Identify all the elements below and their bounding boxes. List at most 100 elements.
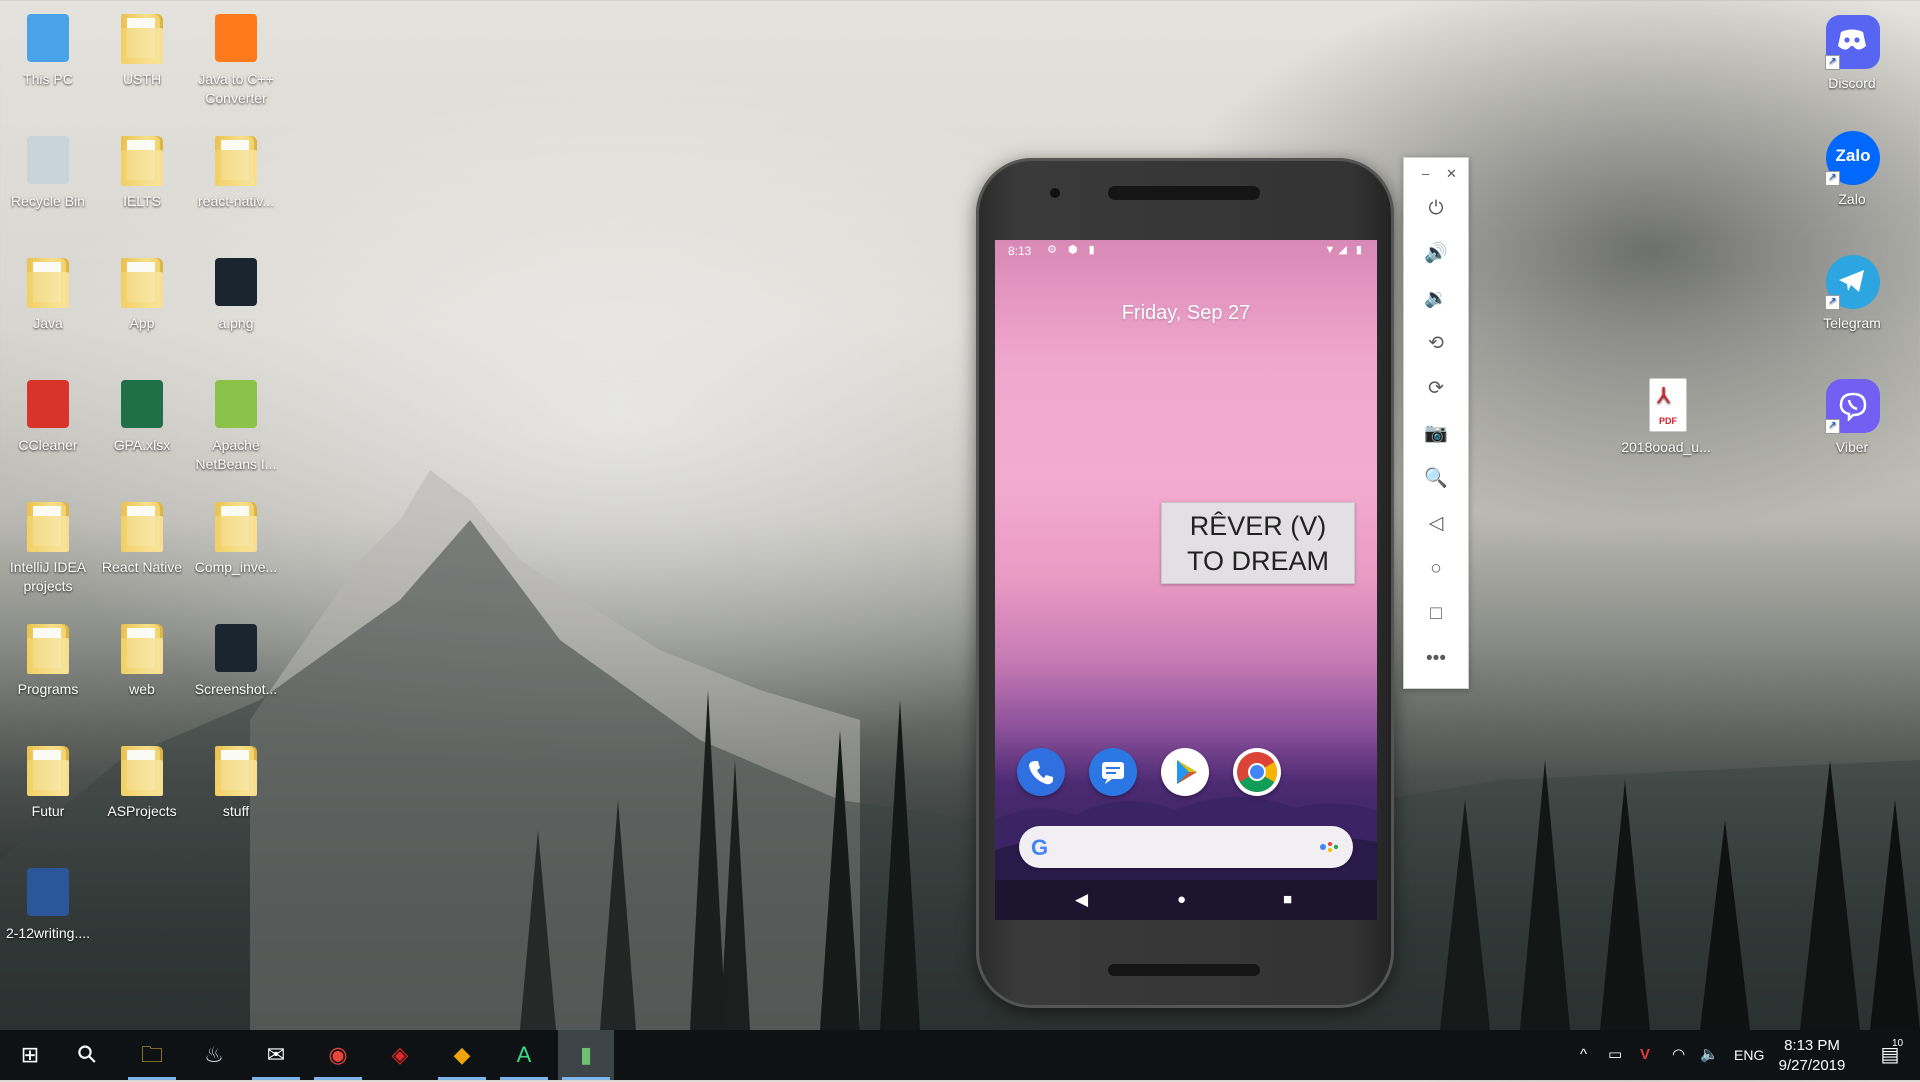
home-icon[interactable]: ○ — [1420, 553, 1452, 585]
netbeans-icon — [207, 374, 265, 432]
taskbar-search-button[interactable]: ⚲ — [60, 1030, 116, 1080]
desktop-icon-zalo[interactable]: Zalo ↗ Zalo — [1806, 128, 1898, 209]
taskbar-app-android-studio[interactable]: A — [496, 1030, 552, 1080]
recycle-bin-icon — [19, 130, 77, 188]
vocab-widget[interactable]: RÊVER (V) TO DREAM — [1161, 502, 1355, 584]
action-center-button[interactable]: ▤ 10 — [1870, 1030, 1910, 1080]
camera-icon[interactable]: 📷 — [1420, 418, 1452, 450]
google-logo-icon: G — [1031, 835, 1049, 860]
back-icon[interactable]: ◁ — [1420, 508, 1452, 540]
windows-logo-icon: ⊞ — [20, 1042, 40, 1067]
desktop-icon[interactable]: Screenshot... — [190, 618, 282, 699]
desktop-icon[interactable]: Java to C++ Converter — [190, 8, 282, 108]
desktop-icon[interactable]: This PC — [2, 8, 94, 89]
lockscreen-date: Friday, Sep 27 — [1121, 302, 1251, 324]
phone-app-icon[interactable] — [1017, 748, 1065, 796]
taskbar-app-git[interactable]: ◆ — [434, 1030, 490, 1080]
start-button[interactable]: ⊞ — [2, 1030, 58, 1080]
desktop-icon-label: 2-12writing.... — [5, 925, 91, 941]
folder-icon — [113, 496, 171, 554]
taskbar-app-chrome[interactable]: ◉ — [310, 1030, 366, 1080]
phone-screen[interactable]: 8:13 ⚙ ⬢ ▮ ▼◢ ▮ Friday, Sep 27 RÊVER (V)… — [995, 240, 1377, 920]
chrome-app-icon[interactable] — [1233, 748, 1281, 796]
desktop-icon[interactable]: Programs — [2, 618, 94, 699]
language-indicator[interactable]: ENG — [1734, 1030, 1764, 1080]
taskbar-clock[interactable]: 8:13 PM 9/27/2019 — [1762, 1036, 1862, 1076]
desktop-icon[interactable]: Apache NetBeans I... — [190, 374, 282, 474]
android-nav-bar: ◀ ● ■ — [995, 880, 1377, 920]
git-icon: ◆ — [453, 1042, 471, 1067]
desktop-icon[interactable]: Java — [2, 252, 94, 333]
volume-up-icon[interactable]: 🔊 — [1420, 238, 1452, 270]
battery-icon[interactable]: ▭ — [1608, 1030, 1622, 1080]
power-icon[interactable]: ⏻ — [1420, 193, 1452, 225]
discord-icon: ↗ — [1823, 12, 1881, 70]
desktop-icon[interactable]: web — [96, 618, 188, 699]
desktop-icon[interactable]: Recycle Bin — [2, 130, 94, 211]
desktop-icon[interactable]: Comp_inve... — [190, 496, 282, 577]
desktop-icon-label: Apache NetBeans I... — [195, 437, 277, 472]
desktop-icon[interactable]: 2-12writing.... — [2, 862, 94, 943]
desktop-icon-label: Recycle Bin — [11, 193, 85, 209]
desktop-icon[interactable]: a.png — [190, 252, 282, 333]
overview-icon[interactable]: □ — [1420, 598, 1452, 630]
computer-icon — [19, 8, 77, 66]
folder-icon — [19, 252, 77, 310]
messages-app-icon[interactable] — [1089, 748, 1137, 796]
nav-recents-button[interactable]: ■ — [1283, 891, 1292, 908]
desktop-icon-pdf[interactable]: ⅄ PDF 2018ooad_u... — [1616, 376, 1716, 457]
desktop-icon[interactable]: USTH — [96, 8, 188, 89]
desktop-icon-label: Comp_inve... — [194, 559, 278, 575]
windows-taskbar: ⊞ ⚲ 🗀 ♨ ✉ ◉ ◈ ◆ A ▮ ^ ▭ V ◠ 🔈 ENG 8:13 PM 9/27/… — [0, 1030, 1920, 1080]
vivaldi-tray-icon[interactable]: V — [1640, 1030, 1650, 1080]
wifi-icon[interactable]: ◠ — [1672, 1030, 1685, 1080]
desktop-icon[interactable]: CCleaner — [2, 374, 94, 455]
volume-down-icon[interactable]: 🔉 — [1420, 283, 1452, 315]
desktop-icon[interactable]: React Native — [96, 496, 188, 577]
emulator-minimize-button[interactable]: – — [1422, 166, 1429, 181]
desktop-icon[interactable]: ASProjects — [96, 740, 188, 821]
taskbar-app-garena[interactable]: ◈ — [372, 1030, 428, 1080]
rotate-left-icon[interactable]: ⟲ — [1420, 328, 1452, 360]
folder-icon — [207, 496, 265, 554]
search-icon: ⚲ — [71, 1038, 104, 1071]
desktop-icon[interactable]: stuff — [190, 740, 282, 821]
desktop-icon[interactable]: Futur — [2, 740, 94, 821]
google-search-bar[interactable]: G — [1019, 826, 1353, 868]
desktop-icon-label: IELTS — [123, 193, 161, 209]
tray-overflow-chevron[interactable]: ^ — [1580, 1030, 1587, 1080]
folder-icon — [113, 252, 171, 310]
nav-home-button[interactable]: ● — [1177, 891, 1186, 908]
play-store-icon[interactable] — [1161, 748, 1209, 796]
desktop-icon-label: ASProjects — [107, 803, 177, 819]
emulator-close-button[interactable]: ✕ — [1446, 166, 1457, 182]
nav-back-button[interactable]: ◀ — [1075, 890, 1088, 910]
folder-icon — [113, 618, 171, 676]
rotate-right-icon[interactable]: ⟳ — [1420, 373, 1452, 405]
desktop-icon[interactable]: GPA.xlsx — [96, 374, 188, 455]
desktop-icon[interactable]: App — [96, 252, 188, 333]
taskbar-app-steam[interactable]: ♨ — [186, 1030, 242, 1080]
desktop-icon[interactable]: IntelliJ IDEA projects — [2, 496, 94, 596]
taskbar-app-mail[interactable]: ✉ — [248, 1030, 304, 1080]
taskbar-app-file-explorer[interactable]: 🗀 — [124, 1030, 180, 1080]
status-bar: 8:13 ⚙ ⬢ ▮ ▼◢ ▮ — [995, 240, 1377, 262]
desktop-icon-label: IntelliJ IDEA projects — [9, 559, 87, 594]
taskbar-app-emulator[interactable]: ▮ — [558, 1030, 614, 1080]
viber-icon: ↗ — [1823, 376, 1881, 434]
app-icon — [207, 8, 265, 66]
desktop-icon-viber[interactable]: ↗ Viber — [1806, 376, 1898, 457]
desktop-icon-telegram[interactable]: ↗ Telegram — [1806, 252, 1898, 333]
desktop-icon-label: Futur — [31, 803, 65, 819]
zoom-icon[interactable]: 🔍 — [1420, 463, 1452, 495]
volume-icon[interactable]: 🔈 — [1700, 1030, 1719, 1080]
emulator-toolbar: – ✕ ⏻ 🔊 🔉 ⟲ ⟳ 📷 🔍 ◁ ○ □ ••• — [1403, 157, 1469, 689]
desktop-icon-label: USTH — [122, 71, 162, 87]
google-assistant-icon[interactable] — [1319, 841, 1339, 853]
more-icon[interactable]: ••• — [1420, 643, 1452, 675]
desktop-icon[interactable]: react-nativ... — [190, 130, 282, 211]
emulator-icon: ▮ — [579, 1042, 593, 1067]
desktop-icon-label: Viber — [1835, 439, 1869, 455]
desktop-icon-discord[interactable]: ↗ Discord — [1806, 12, 1898, 93]
desktop-icon[interactable]: IELTS — [96, 130, 188, 211]
